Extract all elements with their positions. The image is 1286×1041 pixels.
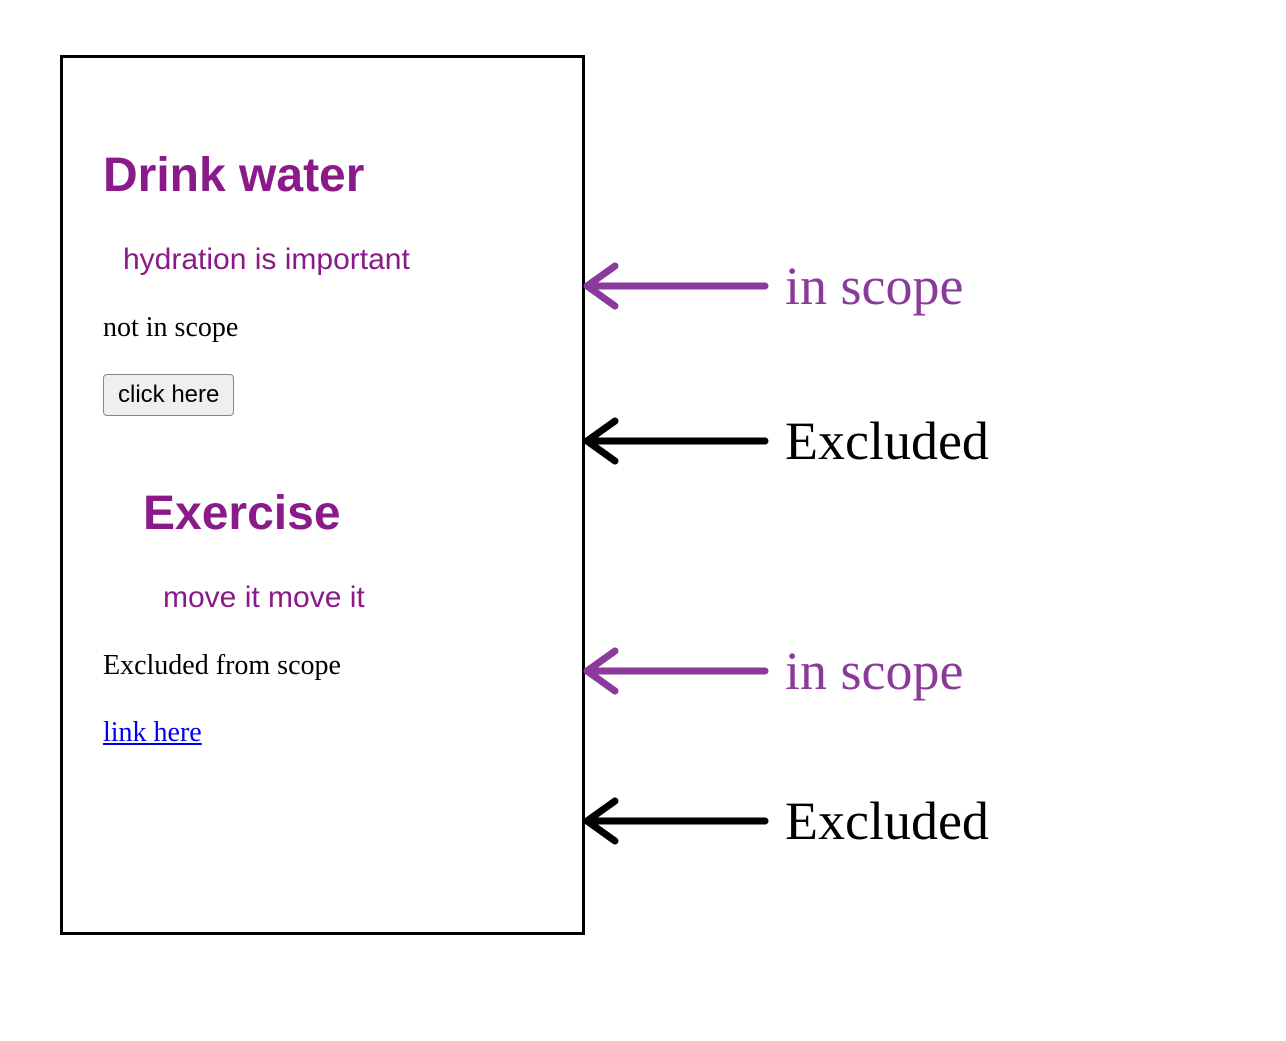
- annotation-in-scope-2: in scope: [575, 640, 963, 702]
- arrow-left-icon: [575, 411, 775, 471]
- excluded-text-2: Excluded from scope: [103, 650, 542, 682]
- annotation-label: in scope: [785, 255, 963, 317]
- annotation-excluded-1: Excluded: [575, 410, 989, 472]
- annotation-label: in scope: [785, 640, 963, 702]
- arrow-left-icon: [575, 791, 775, 851]
- click-here-button[interactable]: click here: [103, 374, 234, 416]
- arrow-left-icon: [575, 256, 775, 316]
- subtext-move-it: move it move it: [163, 581, 542, 615]
- annotation-label: Excluded: [785, 790, 989, 852]
- example-card: Drink water hydration is important not i…: [60, 55, 585, 935]
- excluded-text-1: not in scope: [103, 312, 542, 344]
- annotation-in-scope-1: in scope: [575, 255, 963, 317]
- subtext-hydration: hydration is important: [123, 243, 542, 277]
- heading-drink-water: Drink water: [103, 148, 542, 203]
- arrow-left-icon: [575, 641, 775, 701]
- annotation-label: Excluded: [785, 410, 989, 472]
- annotation-excluded-2: Excluded: [575, 790, 989, 852]
- heading-exercise: Exercise: [143, 486, 542, 541]
- link-here[interactable]: link here: [103, 717, 202, 749]
